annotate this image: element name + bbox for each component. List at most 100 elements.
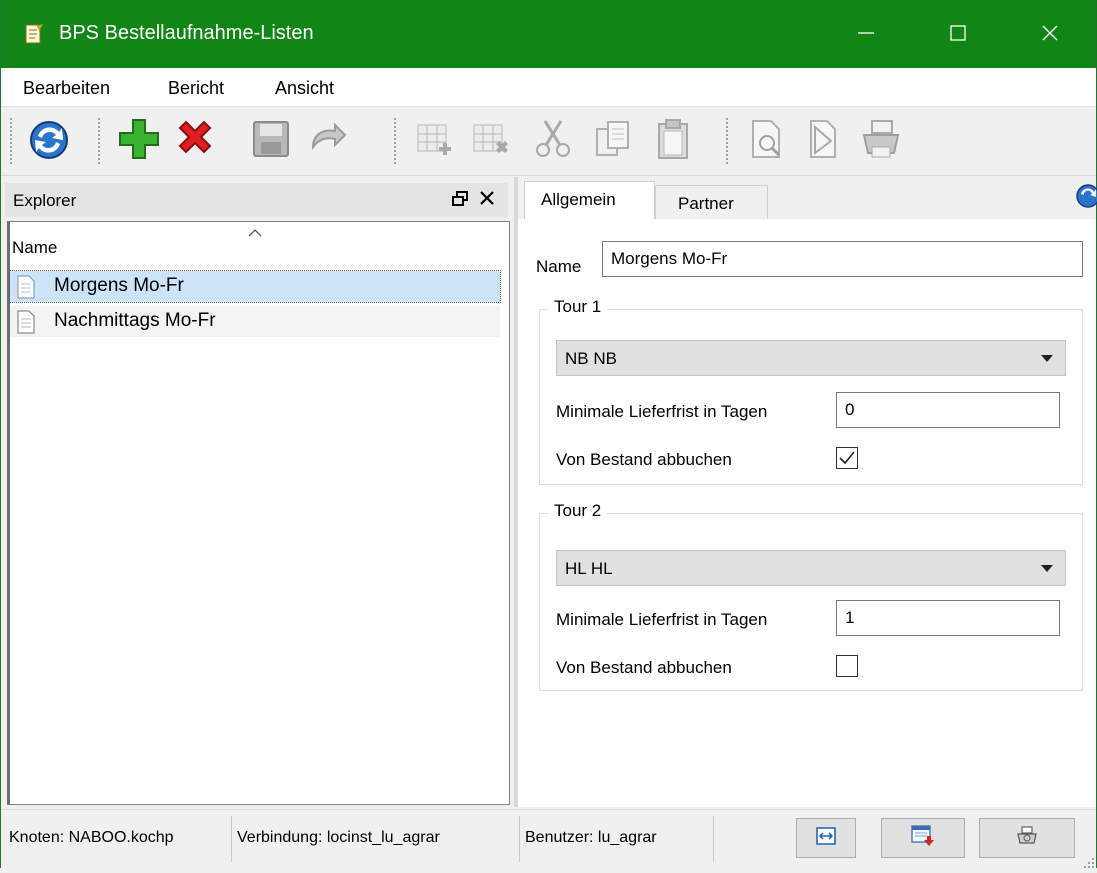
tour-2-title: Tour 2 (548, 501, 608, 521)
list-item[interactable]: Nachmittags Mo-Fr (10, 306, 500, 337)
print-icon (1015, 825, 1039, 851)
tab-label: Partner (678, 194, 734, 213)
refresh-icon[interactable] (1074, 183, 1097, 213)
tour-1-stock-checkbox[interactable] (836, 447, 858, 469)
copy-icon (591, 117, 635, 165)
sort-ascending-icon (248, 223, 262, 243)
tour-2-lead-label: Minimale Lieferfrist in Tagen (556, 610, 768, 629)
delete-icon (172, 116, 218, 166)
save-icon (249, 117, 293, 165)
menu-bericht[interactable]: Bericht (168, 78, 224, 99)
toolbar-grip[interactable] (97, 117, 101, 165)
preview-button[interactable] (739, 115, 795, 167)
column-header-label: Name (12, 238, 58, 257)
list-item-label: Morgens Mo-Fr (54, 275, 184, 296)
print-icon (858, 117, 904, 165)
explorer-panel: Explorer Name Morgens Mo-Fr Nachmittags … (1, 177, 512, 807)
fit-width-button[interactable] (796, 818, 856, 858)
grid-add-icon (413, 117, 457, 165)
toolbar-grip[interactable] (393, 117, 397, 165)
explorer-list: Name Morgens Mo-Fr Nachmittags Mo-Fr (7, 221, 510, 805)
tour-1-lead-label: Minimale Lieferfrist in Tagen (556, 402, 768, 421)
tour-1-lead-input[interactable]: 0 (836, 392, 1060, 428)
export-button[interactable] (881, 818, 965, 858)
add-button[interactable] (111, 115, 167, 167)
toolbar-grip[interactable] (9, 117, 13, 165)
tour-2-group: Tour 2 HL HL Minimale Lieferfrist in Tag… (539, 501, 1083, 691)
tour-2-combo-value: HL HL (565, 559, 613, 578)
window-title: BPS Bestellaufnahme-Listen (59, 22, 314, 44)
menu-bar: Bearbeiten Bericht Ansicht (1, 68, 1096, 107)
undo-button[interactable] (299, 115, 355, 167)
status-user: Benutzer: lu_agrar (525, 829, 657, 846)
grid-remove-icon (469, 117, 513, 165)
tab-allgemein[interactable]: Allgemein (524, 181, 655, 219)
toolbar (1, 107, 1096, 176)
detail-panel: Allgemein Partner Name Morgens Mo-Fr Tou… (518, 177, 1097, 807)
checkmark-icon (839, 451, 855, 465)
list-item[interactable]: Morgens Mo-Fr (9, 270, 501, 305)
maximize-button[interactable] (912, 1, 1004, 68)
tab-label: Allgemein (541, 190, 616, 209)
app-window: BPS Bestellaufnahme-Listen Bearbeiten Be… (0, 0, 1097, 868)
tour-1-title: Tour 1 (548, 297, 608, 317)
maximize-icon (949, 24, 967, 46)
tour-1-group: Tour 1 NB NB Minimale Lieferfrist in Tag… (539, 297, 1083, 485)
tour-1-combo-value: NB NB (565, 349, 617, 368)
close-icon (1041, 24, 1059, 46)
refresh-icon (26, 116, 72, 166)
resize-grip-icon[interactable] (1083, 854, 1095, 873)
tour-2-stock-checkbox[interactable] (836, 655, 858, 677)
name-label: Name (536, 257, 582, 276)
undo-icon (305, 117, 349, 165)
print-button[interactable] (853, 115, 909, 167)
grid-remove-button[interactable] (463, 115, 519, 167)
fit-width-icon (815, 825, 837, 851)
close-button[interactable] (1004, 1, 1096, 68)
pdf-icon (801, 117, 845, 165)
pdf-button[interactable] (795, 115, 851, 167)
float-window-icon[interactable] (452, 191, 468, 211)
status-bar: Knoten: NABOO.kochp Verbindung: locinst_… (1, 809, 1096, 868)
title-bar: BPS Bestellaufnahme-Listen (1, 1, 1096, 68)
menu-ansicht[interactable]: Ansicht (275, 78, 334, 99)
cut-button[interactable] (525, 115, 581, 167)
paste-icon (651, 117, 695, 165)
export-icon (910, 824, 936, 852)
status-separator (231, 816, 232, 862)
minimize-icon (857, 24, 875, 46)
delete-button[interactable] (167, 115, 223, 167)
chevron-down-icon (1041, 565, 1053, 572)
document-icon (16, 275, 36, 305)
close-panel-icon[interactable] (479, 190, 495, 210)
preview-icon (745, 117, 789, 165)
status-node: Knoten: NABOO.kochp (9, 829, 174, 846)
tab-partner[interactable]: Partner (655, 185, 768, 219)
tour-2-lead-input[interactable]: 1 (836, 600, 1060, 636)
name-input[interactable]: Morgens Mo-Fr (602, 241, 1083, 277)
cut-icon (531, 117, 575, 165)
tour-2-combo[interactable]: HL HL (556, 550, 1066, 586)
menu-bearbeiten[interactable]: Bearbeiten (23, 78, 110, 99)
minimize-button[interactable] (820, 1, 912, 68)
tour-1-combo[interactable]: NB NB (556, 340, 1066, 376)
chevron-down-icon (1041, 355, 1053, 362)
status-separator (519, 816, 520, 862)
column-header-name[interactable]: Name (10, 222, 509, 262)
refresh-button[interactable] (21, 115, 77, 167)
status-separator (713, 816, 714, 862)
print-preview-button[interactable] (979, 818, 1075, 858)
list-item-label: Nachmittags Mo-Fr (54, 310, 216, 331)
toolbar-grip[interactable] (725, 117, 729, 165)
add-icon (116, 116, 162, 166)
tour-2-stock-label: Von Bestand abbuchen (556, 658, 732, 677)
copy-button[interactable] (585, 115, 641, 167)
grid-add-button[interactable] (407, 115, 463, 167)
status-connection: Verbindung: locinst_lu_agrar (237, 829, 440, 846)
app-icon (23, 23, 45, 45)
explorer-header: Explorer (5, 183, 508, 217)
tour-1-stock-label: Von Bestand abbuchen (556, 450, 732, 469)
document-icon (16, 310, 36, 340)
save-button[interactable] (243, 115, 299, 167)
paste-button[interactable] (645, 115, 701, 167)
